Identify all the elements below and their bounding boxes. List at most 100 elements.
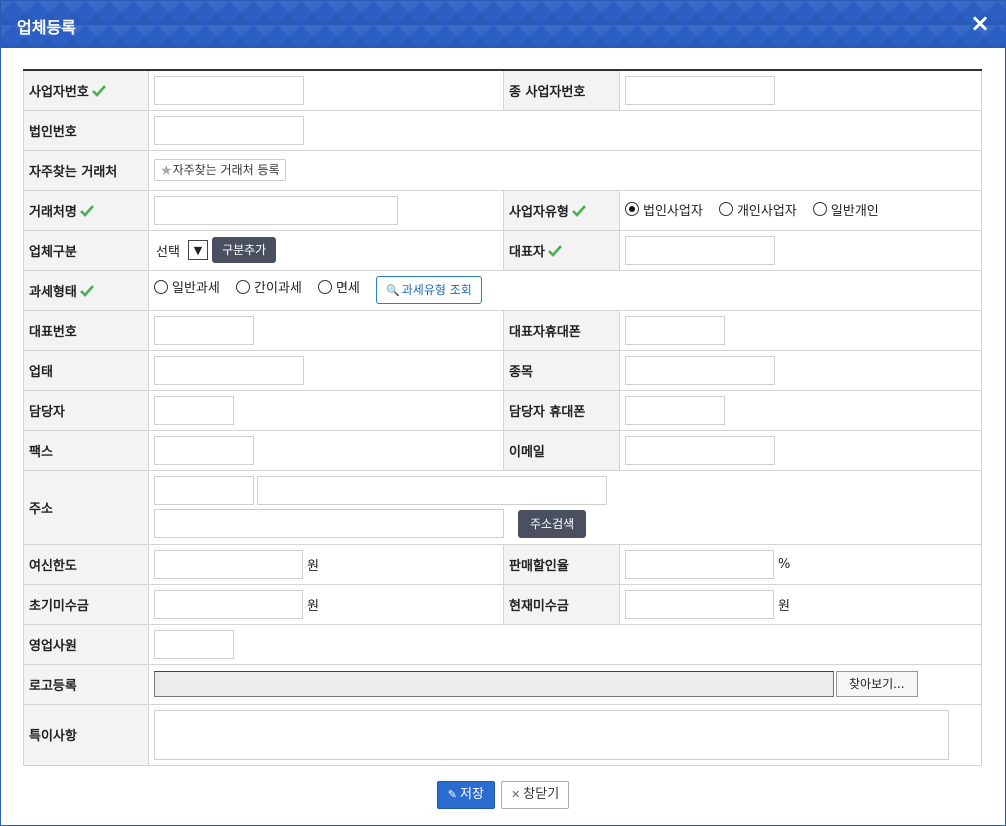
form-row: 담당자 담당자 휴대폰: [23, 389, 982, 431]
sales-rep-input[interactable]: [154, 629, 234, 659]
form-row: 업체구분 선택 ▼ 구분추가 대표자: [23, 229, 982, 271]
initial-receivable-label: 초기미수금: [29, 598, 89, 614]
radio-simple-tax[interactable]: 간이과세: [235, 277, 302, 296]
field-cell: 선택 ▼ 구분추가: [148, 229, 504, 271]
form-row: 여신한도 원 판매할인율 %: [23, 543, 982, 585]
category-select[interactable]: 선택 ▼: [156, 239, 208, 261]
field-cell: [619, 349, 982, 391]
unit-label: 원: [307, 598, 319, 614]
radio-label: 면세: [335, 281, 360, 296]
dialog-window: 업체등록 × 사업자번호 종 사업자번호 법인번호 자주찾는 거래처 ★자주찾는…: [0, 0, 1006, 826]
file-path-field[interactable]: [154, 671, 834, 697]
scrollbar[interactable]: [981, 48, 1005, 825]
field-label: 종목: [503, 349, 620, 391]
field-label: 업체구분: [23, 229, 149, 271]
field-label: 이메일: [503, 429, 620, 471]
main-phone-label: 대표번호: [29, 324, 77, 340]
radio-button[interactable]: [235, 279, 250, 294]
field-cell: [619, 429, 982, 471]
radio-button[interactable]: [317, 279, 332, 294]
browse-button[interactable]: 찾아보기...: [836, 671, 918, 697]
field-label: 사업자유형: [503, 189, 620, 231]
unit-label: 원: [307, 558, 319, 574]
save-label: 저장: [460, 787, 484, 802]
business-cat-label: 업태: [29, 364, 53, 380]
radio-button[interactable]: [718, 202, 733, 217]
radio-individual[interactable]: 개인사업자: [718, 200, 797, 219]
zip-code-input[interactable]: [154, 476, 254, 505]
close-window-button[interactable]: ✕ 창닫기: [501, 781, 570, 809]
form-row: 로고등록 찾아보기...: [23, 663, 982, 705]
corp-no-input[interactable]: [154, 115, 304, 145]
radio-general-tax[interactable]: 일반과세: [154, 277, 220, 296]
tax-type-label: 과세형태: [29, 284, 77, 300]
tax-type-lookup-button[interactable]: 🔍 과세유형 조회: [376, 276, 482, 304]
star-icon: ★: [160, 163, 173, 179]
business-item-input[interactable]: [625, 355, 775, 385]
field-cell: [148, 189, 504, 231]
manager-mobile-input[interactable]: [625, 395, 725, 425]
field-label: 로고등록: [23, 663, 149, 705]
corp-no-label: 법인번호: [29, 124, 77, 140]
current-receivable-input[interactable]: [625, 589, 774, 619]
field-label: 담당자: [23, 389, 149, 431]
address-line-1: [154, 476, 976, 505]
check-icon: [79, 284, 94, 297]
field-label: 특이사항: [23, 703, 149, 766]
fax-label: 팩스: [29, 444, 53, 460]
radio-button-selected[interactable]: [625, 202, 639, 217]
logo-label: 로고등록: [29, 678, 77, 694]
sub-biz-no-label: 종 사업자번호: [509, 84, 586, 100]
sales-rep-label: 영업사원: [29, 638, 77, 654]
favorite-register-button[interactable]: ★자주찾는 거래처 등록: [154, 159, 286, 181]
address-detail-input[interactable]: [154, 509, 504, 538]
biz-type-label: 사업자유형: [509, 204, 569, 220]
sub-biz-no-input[interactable]: [625, 75, 775, 105]
ceo-label: 대표자: [509, 244, 545, 260]
field-label: 팩스: [23, 429, 149, 471]
close-icon[interactable]: ×: [967, 10, 993, 36]
radio-button[interactable]: [154, 279, 168, 294]
discount-rate-input[interactable]: [625, 549, 774, 579]
ceo-input[interactable]: [625, 235, 775, 265]
biz-no-input[interactable]: [154, 75, 304, 105]
radio-corporate[interactable]: 법인사업자: [625, 200, 703, 219]
business-cat-input[interactable]: [154, 355, 304, 385]
address-input[interactable]: [257, 476, 607, 505]
credit-limit-input[interactable]: [154, 549, 303, 579]
field-label: 초기미수금: [23, 583, 149, 625]
email-label: 이메일: [509, 444, 545, 460]
fax-input[interactable]: [154, 435, 254, 465]
check-icon: [79, 204, 94, 217]
tax-lookup-label: 과세유형 조회: [401, 283, 472, 297]
field-label: 담당자 휴대폰: [503, 389, 620, 431]
address-search-button[interactable]: 주소검색: [518, 509, 587, 538]
form-row: 팩스 이메일: [23, 429, 982, 471]
field-label: 현재미수금: [503, 583, 620, 625]
business-item-label: 종목: [509, 364, 533, 380]
radio-button[interactable]: [812, 202, 827, 217]
main-phone-input[interactable]: [154, 315, 254, 345]
unit-label: %: [778, 556, 791, 572]
field-cell: %: [619, 543, 982, 585]
company-name-input[interactable]: [154, 195, 398, 225]
address-label: 주소: [29, 501, 53, 517]
save-button[interactable]: ✎ 저장: [436, 781, 495, 809]
discount-rate-label: 판매할인율: [509, 558, 569, 574]
chevron-down-icon[interactable]: ▼: [187, 240, 208, 260]
notes-textarea[interactable]: [154, 709, 949, 760]
manager-mobile-label: 담당자 휴대폰: [509, 404, 586, 420]
field-label: 판매할인율: [503, 543, 620, 585]
titlebar: 업체등록 ×: [1, 1, 1005, 48]
registration-form: 사업자번호 종 사업자번호 법인번호 자주찾는 거래처 ★자주찾는 거래처 등록…: [23, 69, 982, 766]
address-line-2: 주소검색: [154, 509, 976, 538]
manager-input[interactable]: [154, 395, 234, 425]
add-category-button[interactable]: 구분추가: [212, 237, 277, 263]
field-label: 종 사업자번호: [503, 69, 620, 111]
save-icon: ✎: [447, 788, 458, 801]
initial-receivable-input[interactable]: [154, 589, 303, 619]
radio-tax-free[interactable]: 면세: [317, 277, 360, 296]
radio-general-person[interactable]: 일반개인: [812, 200, 879, 219]
ceo-mobile-input[interactable]: [625, 315, 725, 345]
email-input[interactable]: [625, 435, 775, 465]
